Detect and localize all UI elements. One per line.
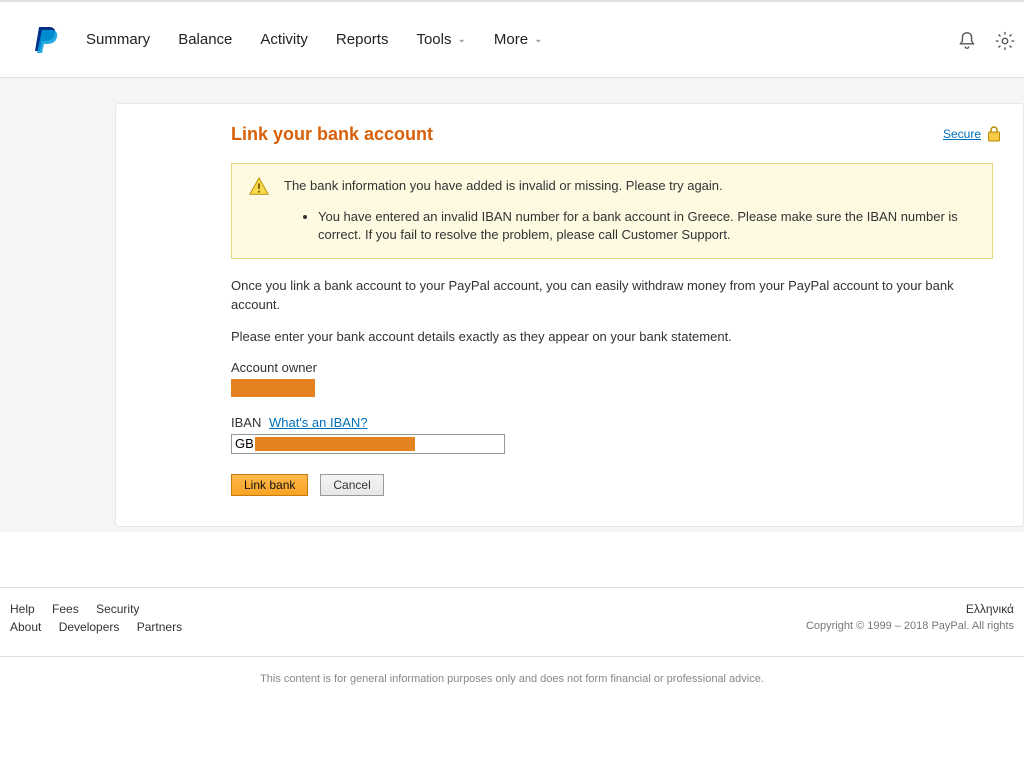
footer-help[interactable]: Help	[10, 602, 35, 616]
footer-partners[interactable]: Partners	[137, 620, 182, 634]
account-owner-label: Account owner	[231, 360, 993, 375]
lock-icon	[987, 126, 1001, 142]
error-alert: The bank information you have added is i…	[231, 163, 993, 259]
nav-activity[interactable]: Activity	[260, 31, 308, 48]
iban-help-link[interactable]: What's an IBAN?	[269, 415, 368, 430]
account-owner-value-redacted	[231, 379, 315, 397]
footer-developers[interactable]: Developers	[59, 620, 120, 634]
nav-summary[interactable]: Summary	[86, 31, 150, 48]
iban-label: IBAN	[231, 415, 261, 430]
nav-tools[interactable]: Tools⌄	[416, 31, 465, 48]
footer-disclaimer: This content is for general information …	[0, 673, 1024, 685]
footer-about[interactable]: About	[10, 620, 41, 634]
nav-balance[interactable]: Balance	[178, 31, 232, 48]
body-text-1: Once you link a bank account to your Pay…	[231, 277, 993, 313]
nav-reports[interactable]: Reports	[336, 31, 389, 48]
chevron-down-icon: ⌄	[457, 34, 465, 45]
secure-link[interactable]: Secure	[943, 127, 981, 141]
body-text-2: Please enter your bank account details e…	[231, 328, 993, 346]
warning-icon	[248, 176, 270, 198]
footer-copyright: Copyright © 1999 – 2018 PayPal. All righ…	[806, 620, 1014, 632]
gear-icon[interactable]	[994, 30, 1016, 52]
footer-language[interactable]: Ελληνικά	[806, 602, 1014, 616]
footer-security[interactable]: Security	[96, 602, 139, 616]
nav-more[interactable]: More⌄	[494, 31, 543, 48]
cancel-button[interactable]: Cancel	[320, 474, 383, 496]
alert-detail: You have entered an invalid IBAN number …	[318, 208, 976, 244]
iban-value-redacted	[255, 437, 415, 451]
chevron-down-icon: ⌄	[534, 34, 542, 45]
link-bank-card: Secure Link your bank account	[115, 103, 1024, 527]
page-title: Link your bank account	[231, 124, 993, 145]
link-bank-button[interactable]: Link bank	[231, 474, 308, 496]
footer-fees[interactable]: Fees	[52, 602, 79, 616]
bell-icon[interactable]	[956, 30, 978, 52]
alert-heading: The bank information you have added is i…	[284, 176, 723, 193]
paypal-logo[interactable]	[35, 25, 61, 55]
